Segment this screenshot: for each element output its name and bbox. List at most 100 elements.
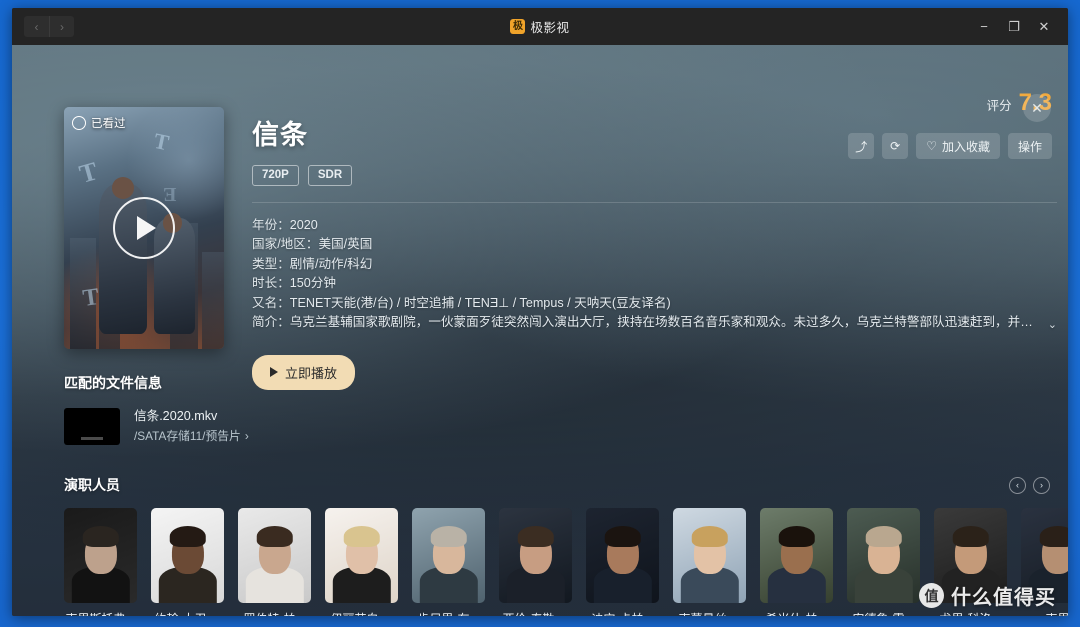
chevron-right-icon: ›	[244, 429, 249, 443]
action-buttons: ⤴ ⟳ ♡ 加入收藏 操作	[848, 133, 1052, 159]
cast-photo-hair	[256, 526, 293, 547]
cast-card[interactable]: 安德鲁·霍...演员	[847, 508, 920, 616]
file-path[interactable]: /SATA存储11/预告片 ›	[134, 428, 249, 445]
cast-section: 演职人员 ‹ › 克里斯托弗...导演约翰·大卫·...演员罗伯特·帕...演员…	[64, 475, 1068, 616]
heart-icon: ♡	[926, 139, 937, 153]
forward-button[interactable]: ›	[49, 16, 74, 37]
app-logo-icon: 极	[510, 19, 526, 34]
poster-t-glyph: T	[151, 127, 171, 156]
close-window-button[interactable]: ✕	[1030, 14, 1058, 40]
cast-card[interactable]: 亚伦·泰勒-...演员	[499, 508, 572, 616]
cast-photo-hair	[691, 526, 728, 547]
tag-dynamic-range: SDR	[307, 165, 353, 186]
back-button[interactable]: ‹	[24, 16, 49, 37]
poster-play-icon[interactable]	[113, 197, 175, 259]
refresh-button[interactable]: ⟳	[882, 133, 909, 159]
cast-section-title: 演职人员	[64, 477, 120, 493]
meta-label-duration: 时长：	[252, 276, 290, 291]
cast-card[interactable]: 肯尼思·布...演员	[412, 508, 485, 616]
matched-file-title: 匹配的文件信息	[64, 375, 162, 391]
meta-row-genre: 类型：剧情/动作/科幻	[252, 255, 1068, 275]
minimize-button[interactable]: −	[970, 14, 998, 40]
meta-value-duration: 150分钟	[289, 276, 336, 291]
cast-photo	[238, 508, 311, 603]
file-row[interactable]: 信条.2020.mkv /SATA存储11/预告片 ›	[64, 408, 249, 445]
cast-card[interactable]: 希米什·帕...演员	[760, 508, 833, 616]
meta-row-country: 国家/地区：美国/英国	[252, 235, 1068, 255]
cast-prev-button[interactable]: ‹	[1009, 476, 1026, 494]
play-now-button[interactable]: 立即播放	[252, 354, 356, 390]
meta-row-year: 年份：2020	[252, 216, 1068, 236]
cast-card[interactable]: 罗伯特·帕...演员	[238, 508, 311, 616]
cast-name: 希米什·帕...	[760, 610, 833, 616]
more-actions-button[interactable]: 操作	[1007, 133, 1052, 159]
meta-value-genre: 剧情/动作/科幻	[289, 256, 373, 271]
file-thumbnail	[64, 408, 120, 445]
more-actions-label: 操作	[1017, 139, 1042, 154]
cast-photo	[673, 508, 746, 603]
close-detail-button[interactable]: ✕	[1023, 94, 1051, 122]
meta-value-synopsis: 乌克兰基辅国家歌剧院，一伙蒙面歹徒突然闯入演出大厅，挟持在场数百名音乐家和观众。…	[289, 315, 1057, 330]
cast-carousel-nav: ‹ ›	[1009, 476, 1050, 494]
cast-name: 克里	[1021, 610, 1068, 616]
poster-building	[201, 252, 224, 349]
watermark-text: 什么值得买	[951, 587, 1056, 609]
cast-card[interactable]: 克蕾曼丝·...演员	[673, 508, 746, 616]
cast-photo	[499, 508, 572, 603]
meta-row-aka: 又名：TENET天能(港/台) / 时空追捕 / TENƎ⊥ / Tempus …	[252, 294, 1068, 314]
cast-header: 演职人员 ‹ ›	[64, 475, 1050, 495]
desktop-background: ‹ › 极 极影视 − ❐ ✕ ✕ T T T E 已看过 信条 720P SD…	[0, 0, 1080, 627]
cast-photo	[325, 508, 398, 603]
cast-name: 罗伯特·帕...	[238, 610, 311, 616]
app-title: 极影视	[530, 21, 570, 35]
cast-card[interactable]: 约翰·大卫·...演员	[151, 508, 224, 616]
cast-photo-hair	[952, 526, 989, 547]
cast-photo	[151, 508, 224, 603]
title-bar: ‹ › 极 极影视 − ❐ ✕	[12, 8, 1068, 45]
file-text-group: 信条.2020.mkv /SATA存储11/预告片 ›	[134, 408, 249, 445]
meta-label-year: 年份：	[252, 217, 290, 232]
cast-card[interactable]: 迪宝·卡帕...演员	[586, 508, 659, 616]
file-name: 信条.2020.mkv	[134, 409, 218, 423]
cast-name: 伊丽莎白·...	[325, 610, 398, 616]
cast-name: 肯尼思·布...	[412, 610, 485, 616]
cast-list: 克里斯托弗...导演约翰·大卫·...演员罗伯特·帕...演员伊丽莎白·...演…	[64, 508, 1068, 616]
refresh-icon: ⟳	[890, 139, 901, 153]
meta-label-country: 国家/地区：	[252, 237, 319, 252]
cast-photo-hair	[343, 526, 380, 547]
cast-photo-hair	[517, 526, 554, 547]
watermark-logo-icon: 值	[919, 583, 944, 608]
add-favorite-label: 加入收藏	[941, 139, 990, 154]
meta-row-duration: 时长：150分钟	[252, 274, 1068, 294]
cast-photo	[412, 508, 485, 603]
meta-label-genre: 类型：	[252, 256, 290, 271]
window-title-group: 极 极影视	[12, 17, 1068, 36]
file-path-text: /SATA存储11/预告片	[134, 429, 241, 443]
cast-photo-hair	[1039, 526, 1068, 547]
divider	[252, 201, 1057, 203]
share-icon: ⤴	[855, 139, 868, 154]
play-now-label: 立即播放	[285, 365, 338, 381]
cast-name: 克蕾曼丝·...	[673, 610, 746, 616]
history-nav-group: ‹ ›	[24, 16, 74, 37]
cast-card[interactable]: 克里斯托弗...导演	[64, 508, 137, 616]
watched-label: 已看过	[91, 118, 126, 130]
cast-photo	[64, 508, 137, 603]
cast-name: 迪宝·卡帕...	[586, 610, 659, 616]
cast-name: 安德鲁·霍...	[847, 610, 920, 616]
watermark: 值 什么值得买	[919, 581, 1056, 610]
maximize-button[interactable]: ❐	[1000, 14, 1028, 40]
cast-card[interactable]: 伊丽莎白·...演员	[325, 508, 398, 616]
cast-photo-hair	[82, 526, 119, 547]
cast-photo-hair	[778, 526, 815, 547]
cast-name: 亚伦·泰勒-...	[499, 610, 572, 616]
share-button[interactable]: ⤴	[848, 133, 875, 159]
cast-next-button[interactable]: ›	[1033, 476, 1050, 494]
meta-row-synopsis: 简介：乌克兰基辅国家歌剧院，一伙蒙面歹徒突然闯入演出大厅，挟持在场数百名音乐家和…	[252, 313, 1057, 333]
add-favorite-button[interactable]: ♡ 加入收藏	[916, 133, 1000, 159]
movie-poster[interactable]: T T T E 已看过	[64, 107, 224, 349]
tag-resolution: 720P	[252, 165, 299, 186]
chevron-down-icon[interactable]: ⌄	[1048, 316, 1057, 333]
app-window: ‹ › 极 极影视 − ❐ ✕ ✕ T T T E 已看过 信条 720P SD…	[12, 8, 1068, 616]
window-controls: − ❐ ✕	[970, 14, 1068, 40]
